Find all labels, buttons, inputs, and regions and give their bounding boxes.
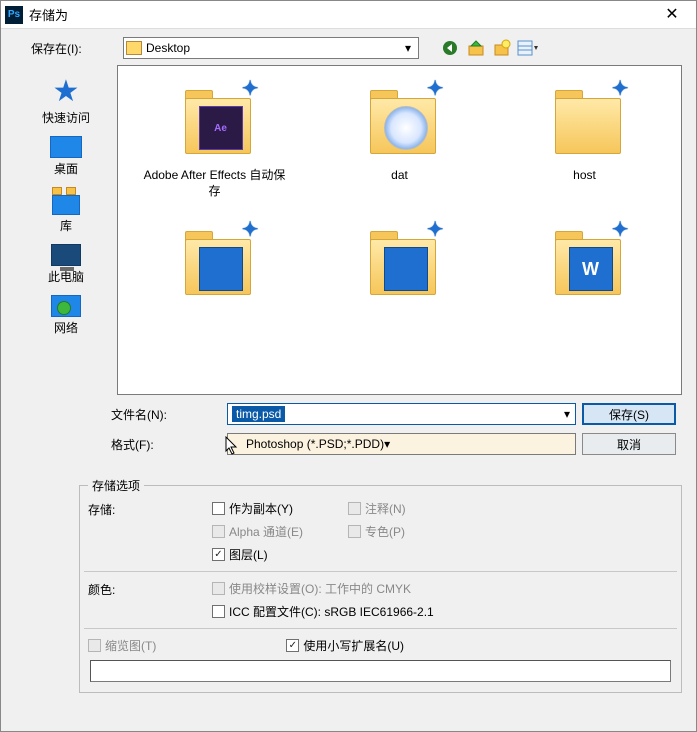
checkbox-icc[interactable]: ICC 配置文件(C): sRGB IEC61966-2.1 <box>212 603 512 620</box>
folder-item[interactable]: ✦ dat <box>320 76 480 199</box>
format-combo[interactable]: Photoshop (*.PSD;*.PDD) ▾ <box>227 433 576 455</box>
pc-icon <box>51 244 81 266</box>
desktop-icon <box>50 136 82 158</box>
checkbox-alpha: Alpha 通道(E) <box>212 523 348 540</box>
close-icon[interactable]: ✕ <box>652 4 692 26</box>
disc-icon <box>384 106 428 150</box>
location-combo[interactable]: Desktop ▾ <box>123 37 419 59</box>
folder-item[interactable]: ✦ <box>135 217 295 309</box>
filename-label: 文件名(N): <box>111 406 221 423</box>
view-menu-icon[interactable] <box>517 37 539 59</box>
back-icon[interactable] <box>439 37 461 59</box>
star-icon: ★ <box>53 77 80 107</box>
doc-icon <box>199 247 243 291</box>
chevron-down-icon[interactable]: ▾ <box>400 41 416 55</box>
checkbox-thumbnail: 缩览图(T) <box>88 637 156 654</box>
ps-icon: Ps <box>5 6 23 24</box>
sidebar-item-this-pc[interactable]: 此电脑 <box>22 240 110 289</box>
location-value: Desktop <box>146 41 190 55</box>
ae-icon: Ae <box>199 106 243 150</box>
sidebar-item-libraries[interactable]: 库 <box>22 183 110 238</box>
doc-icon <box>384 247 428 291</box>
cursor-icon <box>224 436 240 456</box>
folder-item[interactable]: W✦ <box>505 217 665 309</box>
sidebar: ★ 快速访问 桌面 库 此电脑 网络 <box>15 65 117 395</box>
checkbox-layers[interactable]: ✓图层(L) <box>212 546 348 563</box>
wps-icon: W <box>569 247 613 291</box>
new-folder-icon[interactable] <box>491 37 513 59</box>
save-button[interactable]: 保存(S) <box>582 403 676 425</box>
window-title: 存储为 <box>29 5 652 24</box>
titlebar: Ps 存储为 ✕ <box>1 1 696 29</box>
library-icon <box>52 187 80 215</box>
up-icon[interactable] <box>465 37 487 59</box>
filename-value: timg.psd <box>232 406 285 422</box>
location-row: 保存在(I): Desktop ▾ <box>1 29 696 65</box>
chevron-down-icon[interactable]: ▾ <box>384 437 390 451</box>
options-legend: 存储选项 <box>88 477 144 494</box>
sidebar-item-quick-access[interactable]: ★ 快速访问 <box>22 73 110 130</box>
checkbox-proof: 使用校样设置(O): 工作中的 CMYK <box>212 580 512 597</box>
status-box <box>90 660 671 682</box>
checkbox-notes: 注释(N) <box>348 500 484 517</box>
save-options-group: 存储选项 存储: 作为副本(Y) 注释(N) Alpha 通道(E) 专色(P)… <box>79 477 682 693</box>
network-icon <box>51 295 81 317</box>
folder-icon <box>126 41 142 55</box>
filename-input[interactable]: timg.psd ▾ <box>227 403 576 425</box>
store-label: 存储: <box>88 500 212 518</box>
folder-item[interactable]: ✦ host <box>505 76 665 199</box>
checkbox-spot: 专色(P) <box>348 523 484 540</box>
file-list[interactable]: Ae✦ Adobe After Effects 自动保存 ✦ dat ✦ hos… <box>117 65 682 395</box>
checkbox-lowercase-ext[interactable]: ✓使用小写扩展名(U) <box>286 637 404 654</box>
chevron-down-icon[interactable]: ▾ <box>559 407 575 421</box>
cancel-button[interactable]: 取消 <box>582 433 676 455</box>
checkbox-as-copy[interactable]: 作为副本(Y) <box>212 500 348 517</box>
sidebar-item-network[interactable]: 网络 <box>22 291 110 340</box>
folder-item[interactable]: Ae✦ Adobe After Effects 自动保存 <box>135 76 295 199</box>
color-label: 颜色: <box>88 580 212 598</box>
format-label: 格式(F): <box>111 436 221 453</box>
location-label: 保存在(I): <box>31 40 115 57</box>
sidebar-item-desktop[interactable]: 桌面 <box>22 132 110 181</box>
folder-item[interactable]: ✦ <box>320 217 480 309</box>
format-value: Photoshop (*.PSD;*.PDD) <box>246 437 384 451</box>
